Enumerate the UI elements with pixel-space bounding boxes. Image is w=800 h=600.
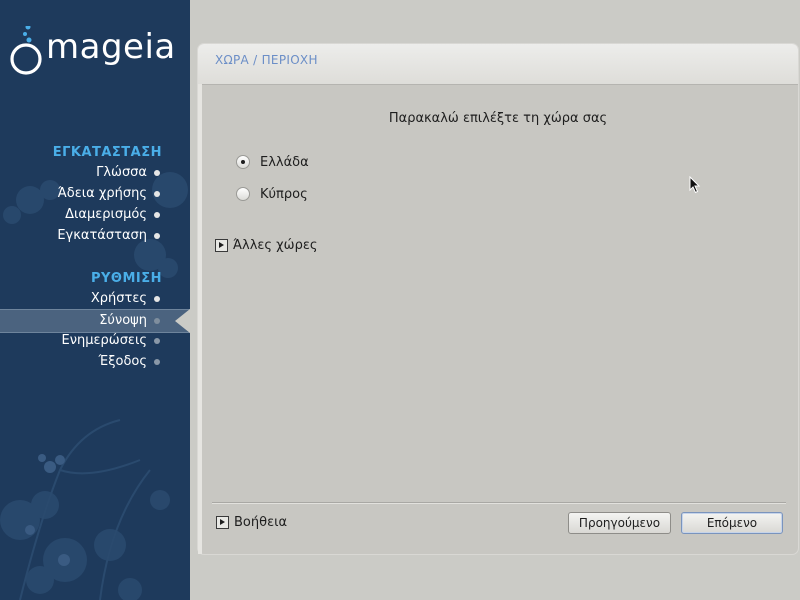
current-step-arrow-icon xyxy=(175,309,190,333)
other-countries-label[interactable]: Άλλες χώρες xyxy=(233,237,317,255)
sidebar-item-updates: Ενημερώσεις xyxy=(0,331,190,351)
country-option-label[interactable]: Ελλάδα xyxy=(260,154,309,172)
step-done-icon xyxy=(154,296,160,302)
previous-button[interactable]: Προηγούμενο xyxy=(568,512,671,534)
radio-checked-icon[interactable] xyxy=(236,155,250,169)
help-label[interactable]: Βοήθεια xyxy=(234,514,287,532)
section-title-install: ΕΓΚΑΤΑΣΤΑΣΗ xyxy=(52,145,162,160)
sidebar-item-license: Άδεια χρήσης xyxy=(0,184,190,204)
main-panel: ΧΩΡΑ / ΠΕΡΙΟΧΗ Παρακαλώ επιλέξτε τη χώρα… xyxy=(198,44,798,554)
step-pending-icon xyxy=(154,338,160,344)
radio-unchecked-icon[interactable] xyxy=(236,187,250,201)
button-separator xyxy=(212,502,786,504)
panel-edge xyxy=(198,84,202,554)
next-button[interactable]: Επόμενο xyxy=(681,512,783,534)
sidebar-item-summary: Σύνοψη xyxy=(0,309,190,333)
sidebar-item-label: Άδεια χρήσης xyxy=(57,186,147,201)
step-done-icon xyxy=(154,233,160,239)
sidebar-item-label: Σύνοψη xyxy=(99,313,147,328)
sidebar-item-label: Χρήστες xyxy=(90,291,147,306)
sidebar-item-label: Έξοδος xyxy=(98,354,147,369)
sidebar-item-label: Διαμερισμός xyxy=(65,207,147,222)
step-pending-icon xyxy=(154,359,160,365)
sidebar-item-label: Ενημερώσεις xyxy=(61,333,147,348)
section-title-configuration: ΡΥΘΜΙΣΗ xyxy=(90,271,162,286)
sidebar: mageia ΕΓΚΑΤΑΣΤΑΣΗ Γλώσσα Άδεια χρήσης Δ… xyxy=(0,0,190,600)
expander-arrow-icon[interactable] xyxy=(216,516,229,529)
expander-arrow-icon[interactable] xyxy=(215,239,228,252)
country-option-label[interactable]: Κύπρος xyxy=(260,186,308,204)
step-done-icon xyxy=(154,170,160,176)
sidebar-item-label: Γλώσσα xyxy=(96,165,147,180)
step-current-icon xyxy=(154,318,160,324)
sidebar-item-label: Εγκατάσταση xyxy=(57,228,147,243)
step-done-icon xyxy=(154,212,160,218)
step-done-icon xyxy=(154,191,160,197)
sidebar-item-installation: Εγκατάσταση xyxy=(0,226,190,246)
page-title: ΧΩΡΑ / ΠΕΡΙΟΧΗ xyxy=(215,53,318,67)
sidebar-item-exit: Έξοδος xyxy=(0,352,190,372)
logo-text: mageia xyxy=(46,27,176,67)
sidebar-item-users: Χρήστες xyxy=(0,289,190,309)
mouse-cursor-icon xyxy=(689,176,701,194)
sidebar-item-language: Γλώσσα xyxy=(0,163,190,183)
sidebar-item-partitioning: Διαμερισμός xyxy=(0,205,190,225)
country-prompt: Παρακαλώ επιλέξτε τη χώρα σας xyxy=(388,111,608,126)
panel-header: ΧΩΡΑ / ΠΕΡΙΟΧΗ xyxy=(198,44,798,85)
